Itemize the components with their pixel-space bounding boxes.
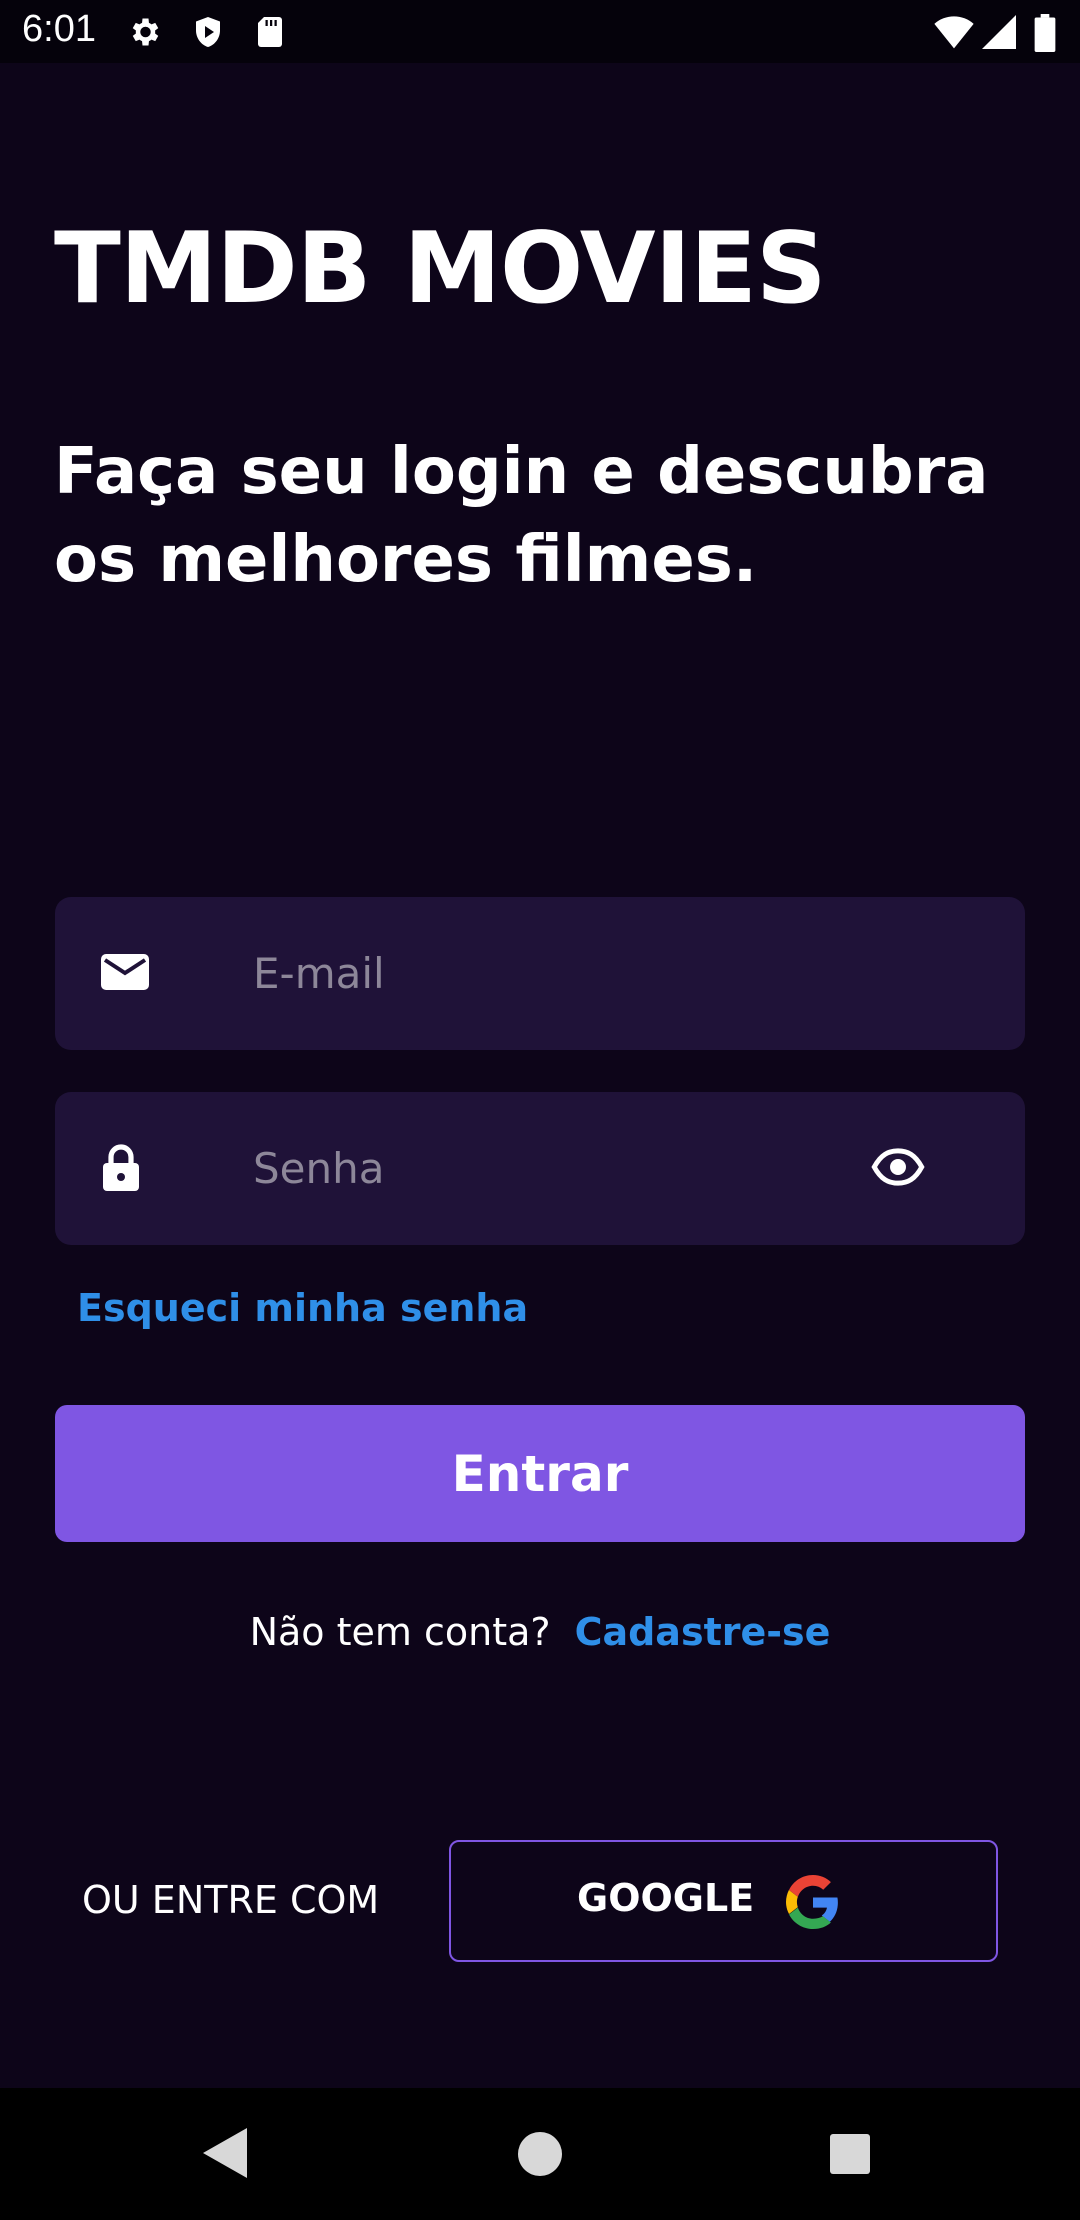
password-field[interactable] — [55, 1092, 1025, 1245]
google-login-button[interactable]: GOOGLE — [449, 1840, 998, 1962]
google-button-label: GOOGLE — [577, 1876, 755, 1920]
shield-icon — [190, 14, 226, 50]
wifi-icon — [934, 14, 974, 50]
or-login-with-label: OU ENTRE COM — [82, 1878, 380, 1922]
lock-icon — [101, 1143, 141, 1195]
google-icon — [786, 1875, 840, 1933]
navigation-bar — [0, 2088, 1080, 2220]
email-field[interactable] — [55, 897, 1025, 1050]
signal-icon — [982, 14, 1018, 50]
app-title: TMDB MOVIES — [54, 212, 827, 326]
signup-row: Não tem conta? Cadastre-se — [0, 1610, 1080, 1654]
recents-icon[interactable] — [830, 2134, 870, 2178]
mail-icon — [101, 952, 149, 996]
status-time: 6:01 — [22, 8, 96, 50]
battery-icon — [1034, 14, 1058, 53]
settings-icon — [126, 14, 162, 50]
forgot-password-link[interactable]: Esqueci minha senha — [77, 1286, 528, 1330]
password-input[interactable] — [253, 1092, 853, 1245]
email-input[interactable] — [253, 897, 853, 1050]
home-icon[interactable] — [518, 2132, 562, 2180]
back-icon[interactable] — [203, 2128, 247, 2182]
status-bar: 6:01 — [0, 0, 1080, 63]
eye-icon[interactable] — [871, 1147, 925, 1190]
signup-prompt: Não tem conta? — [249, 1610, 551, 1654]
sd-card-icon — [252, 14, 288, 50]
signup-link[interactable]: Cadastre-se — [575, 1610, 831, 1654]
login-button[interactable]: Entrar — [55, 1405, 1025, 1542]
login-screen: 6:01 TMDB MOVIES Faça seu login e descub… — [0, 0, 1080, 2220]
login-subtitle: Faça seu login e descubra os melhores fi… — [54, 435, 989, 597]
